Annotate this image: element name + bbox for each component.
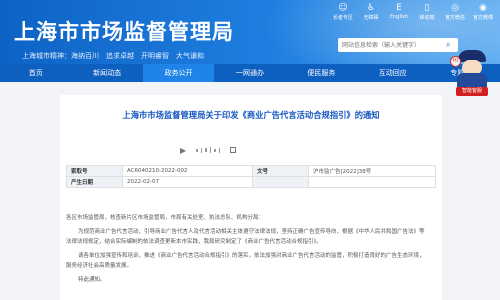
meta-value (308, 176, 436, 188)
body-paragraph: 请各单位加强宣传和培训，推进《商业广告代言活动合规指引》的落实，依法加强对商业广… (66, 253, 425, 269)
toplink-accessibility[interactable]: ♿ 无障碍 (360, 3, 382, 21)
meta-key: 产生日期 (66, 176, 123, 188)
toplink-weibo[interactable]: ◉ 官方微博 (472, 3, 494, 21)
nav-government-affairs[interactable]: 政务公开 (142, 64, 215, 82)
weibo-icon: ◉ (479, 3, 487, 13)
waveform-icon (196, 147, 221, 153)
meta-key: 索取号 (66, 165, 123, 177)
nav-online-services[interactable]: 一网通办 (214, 64, 285, 82)
site-search: ⌕ (338, 38, 458, 52)
body-paragraph: 特此通知。 (78, 277, 106, 283)
body-paragraph: 为规范商业广告代言活动，引导商业广告代言人及代言活动相关主体遵守法律法规，坚持正… (66, 229, 425, 245)
city-spirit-slogan: 上海城市精神：海纳百川 追求卓越 开明睿智 大气谦和 (22, 52, 204, 60)
stop-icon[interactable] (230, 147, 237, 153)
toplink-english[interactable]: E English (388, 3, 410, 21)
meta-value: 沪市监广告[2022]38号 (308, 165, 436, 177)
smart-service-mascot[interactable]: Hi 智能客服 (450, 50, 492, 96)
nav-home[interactable]: 首页 (0, 64, 71, 82)
site-title[interactable]: 上海市市场监督管理局 (14, 16, 234, 46)
document-meta-table: 索取号 AC6040210-2022-002 文号 沪市监广告[2022]38号… (66, 165, 436, 188)
toplink-mobile[interactable]: ▯ 移动端 (416, 3, 438, 21)
document-title: 上海市市场监督管理局关于印发《商业广告代言活动合规指引》的通知 (122, 110, 380, 120)
site-header: 上海市市场监督管理局 上海城市精神：海纳百川 追求卓越 开明睿智 大气谦和 ☺ 长… (0, 0, 500, 64)
document-body: 各区市场监管局，核查新片区市场监管局，市局有关处室、执法总队、机构分局： 为规范… (66, 213, 428, 289)
meta-value: AC6040210-2022-002 (122, 165, 253, 177)
mascot-bubble: Hi (450, 56, 461, 67)
table-row: 产生日期 2022-02-07 (66, 176, 436, 188)
wechat-icon: ◎ (451, 3, 459, 13)
nav-public-services[interactable]: 便民服务 (286, 64, 357, 82)
nav-interaction[interactable]: 互动回应 (357, 64, 428, 82)
table-row: 索取号 AC6040210-2022-002 文号 沪市监广告[2022]38号 (66, 165, 436, 177)
meta-key: 文号 (252, 165, 309, 177)
meta-key (252, 176, 309, 188)
body-paragraph: 各区市场监管局，核查新片区市场监管局，市局有关处室、执法总队、机构分局： (66, 215, 265, 221)
search-icon[interactable]: ⌕ (446, 40, 456, 50)
search-input[interactable] (338, 39, 446, 51)
nav-news[interactable]: 新闻动态 (71, 64, 142, 82)
top-links: ☺ 长者专区 ♿ 无障碍 E English ▯ 移动端 ◎ 官方微信 ◉ 官方微博 (332, 3, 494, 21)
meta-value: 2022-02-07 (122, 176, 253, 188)
elder-icon: ☺ (338, 3, 348, 13)
article-container: 上海市市场监督管理局关于印发《商业广告代言活动合规指引》的通知 ▶ 索取号 AC… (60, 95, 442, 300)
mascot-body (457, 73, 487, 88)
play-icon[interactable]: ▶ (180, 146, 186, 155)
mascot-badge: 智能客服 (456, 87, 488, 96)
accessibility-icon: ♿ (366, 3, 376, 13)
toplink-wechat[interactable]: ◎ 官方微信 (444, 3, 466, 21)
audio-player: ▶ (180, 143, 330, 157)
english-icon: E (396, 3, 402, 13)
toplink-elder[interactable]: ☺ 长者专区 (332, 3, 354, 21)
mobile-icon: ▯ (424, 3, 430, 13)
main-nav: 首页 新闻动态 政务公开 一网通办 便民服务 互动回应 专题专栏 (0, 64, 500, 82)
